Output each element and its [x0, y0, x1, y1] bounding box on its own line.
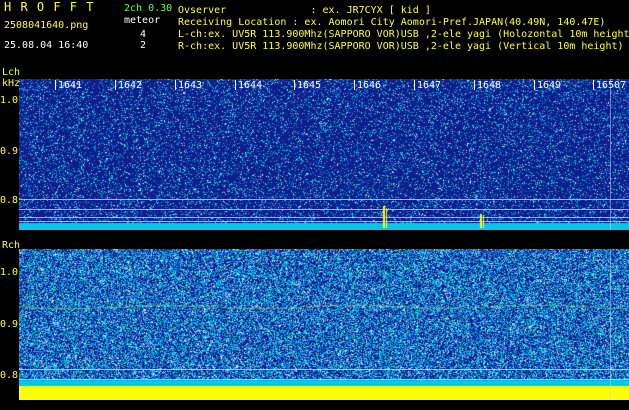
lch-ytick: 0.9: [0, 146, 19, 157]
time-tick: 1642: [118, 80, 143, 91]
lch-gridline: [19, 209, 629, 210]
meteor-label: meteor: [124, 15, 161, 26]
rch-spectrogram: [19, 249, 629, 400]
time-tick: 1643: [178, 80, 203, 91]
time-tick-mark: [593, 80, 594, 90]
time-tick-mark: [354, 80, 355, 90]
meteor-count-l: 4: [140, 29, 147, 40]
lch-gridline: [19, 217, 629, 218]
rch-spectrogram-canvas: [19, 249, 629, 400]
rch-ytick: 1.0: [0, 267, 19, 278]
lch-label: Lch: [2, 67, 21, 78]
time-tick: 1650: [596, 80, 621, 91]
time-tick-mark: [175, 80, 176, 90]
lch-ytick: 0.8: [0, 195, 19, 206]
rch-current-time-marker: [610, 249, 611, 400]
datetime-label: 25.08.04 16:40: [4, 40, 89, 51]
time-tick-mark: [474, 80, 475, 90]
time-tick: 1644: [238, 80, 263, 91]
observer-line: Ovserver : ex. JR7CYX [ kid ]: [178, 5, 431, 16]
time-tick: 1648: [477, 80, 502, 91]
rch-info-line: R-ch:ex. UV5R 113.900Mhz(SAPPORO VOR)USB…: [178, 41, 624, 52]
rch-gridline: [19, 369, 629, 370]
lch-unit: kHz: [2, 78, 21, 89]
time-tick-mark: [534, 80, 535, 90]
filename-label: 2508041640.png: [4, 20, 89, 31]
lch-spectrogram-canvas: [19, 79, 629, 230]
meteor-count-r: 2: [140, 40, 147, 51]
version-label: 2ch 0.30: [124, 3, 173, 14]
time-tick: 1646: [357, 80, 382, 91]
time-tick: 1649: [537, 80, 562, 91]
app-name: H R O F F T: [4, 0, 95, 14]
rch-ytick: 0.9: [0, 319, 19, 330]
lch-gridline: [19, 199, 629, 200]
time-tick-mark: [235, 80, 236, 90]
time-tick-suffix: 7: [620, 80, 627, 91]
time-tick: 1645: [297, 80, 322, 91]
time-tick-mark: [414, 80, 415, 90]
lch-ytick: 1.0: [0, 95, 19, 106]
time-tick-mark: [115, 80, 116, 90]
location-line: Receiving Location : ex. Aomori City Aom…: [178, 17, 606, 28]
lch-current-time-marker: [610, 79, 611, 230]
lch-spectrogram: [19, 79, 629, 230]
time-tick: 1647: [417, 80, 442, 91]
rch-gridline: [19, 379, 629, 380]
time-tick: 1641: [58, 80, 83, 91]
lch-gridline: [19, 221, 629, 222]
rch-ytick: 0.8: [0, 370, 19, 381]
lch-info-line: L-ch:ex. UV5R 113.900Mhz(SAPPORO VOR)USB…: [178, 29, 629, 40]
time-tick-mark: [294, 80, 295, 90]
time-tick-mark: [55, 80, 56, 90]
rch-label: Rch: [2, 240, 21, 251]
